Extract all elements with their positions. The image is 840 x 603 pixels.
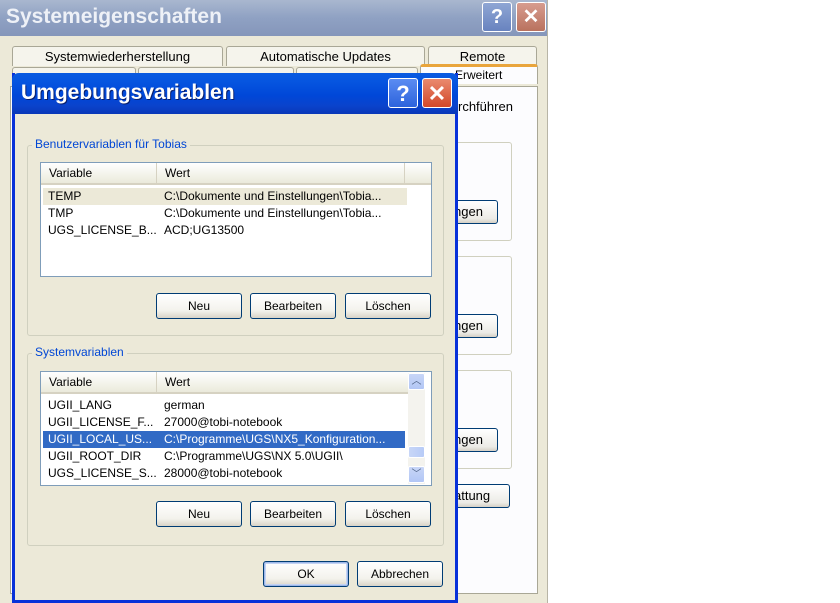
help-icon: ? xyxy=(396,81,410,106)
system-new-button[interactable]: Neu xyxy=(156,501,242,527)
user-variables-list[interactable]: Variable Wert TEMP C:\Dokumente und Eins… xyxy=(40,162,432,277)
list-item[interactable]: UGII_LICENSE_F... 27000@tobi-notebook xyxy=(43,414,405,431)
cancel-button[interactable]: Abbrechen xyxy=(357,561,443,587)
variable-name: UGII_LANG xyxy=(48,398,113,412)
system-edit-button[interactable]: Bearbeiten xyxy=(250,501,336,527)
environment-variables-title: Umgebungsvariablen xyxy=(21,81,235,104)
variable-name: UGS_LICENSE_S... xyxy=(48,466,156,480)
variable-name: UGII_ROOT_DIR xyxy=(48,449,142,463)
scroll-down-button[interactable]: ﹀ xyxy=(408,466,425,483)
column-header-variable[interactable]: Variable xyxy=(41,163,157,183)
list-item[interactable]: TEMP C:\Dokumente und Einstellungen\Tobi… xyxy=(43,188,407,205)
user-delete-button[interactable]: Löschen xyxy=(345,293,431,319)
variable-value: 28000@tobi-notebook xyxy=(164,466,283,480)
variable-value: C:\Dokumente und Einstellungen\Tobia... xyxy=(164,206,382,220)
system-properties-title: Systemeigenschaften xyxy=(6,5,222,28)
dialog-help-button[interactable]: ? xyxy=(388,78,418,108)
bg-close-button[interactable]: ✕ xyxy=(516,2,546,32)
chevron-down-icon: ﹀ xyxy=(411,469,422,480)
list-item-selected[interactable]: UGII_LOCAL_US... C:\Programme\UGS\NX5_Ko… xyxy=(43,431,405,448)
user-edit-button[interactable]: Bearbeiten xyxy=(250,293,336,319)
system-variables-label: Systemvariablen xyxy=(32,345,127,359)
dialog-close-button[interactable]: ✕ xyxy=(422,78,452,108)
column-header-value[interactable]: Wert xyxy=(157,372,408,392)
tab-remote[interactable]: Remote xyxy=(428,46,537,66)
variable-value: german xyxy=(164,398,205,412)
variable-value: 27000@tobi-notebook xyxy=(164,415,283,429)
list-item[interactable]: UGS_LICENSE_S... 28000@tobi-notebook xyxy=(43,465,405,482)
ok-button[interactable]: OK xyxy=(263,561,349,587)
user-new-button[interactable]: Neu xyxy=(156,293,242,319)
column-header-value[interactable]: Wert xyxy=(157,163,405,183)
list-item[interactable]: UGS_LICENSE_B... ACD;UG13500 xyxy=(43,222,407,239)
variable-name: TMP xyxy=(48,206,74,220)
variable-value: C:\Programme\UGS\NX5_Konfiguration... xyxy=(164,432,386,446)
list-item[interactable]: TMP C:\Dokumente und Einstellungen\Tobia… xyxy=(43,205,407,222)
close-icon: ✕ xyxy=(427,81,447,106)
system-list-header: Variable Wert xyxy=(41,372,408,394)
system-list-scrollbar[interactable]: ︿ ﹀ xyxy=(408,373,425,484)
help-icon: ? xyxy=(490,6,504,28)
user-list-header: Variable Wert xyxy=(41,163,431,185)
close-icon: ✕ xyxy=(522,6,540,28)
scroll-up-button[interactable]: ︿ xyxy=(408,373,425,390)
bg-help-button[interactable]: ? xyxy=(482,2,512,32)
variable-value: ACD;UG13500 xyxy=(164,223,245,237)
column-header-variable[interactable]: Variable xyxy=(41,372,157,392)
variable-value: C:\Dokumente und Einstellungen\Tobia... xyxy=(164,189,382,203)
user-variables-label: Benutzervariablen für Tobias xyxy=(32,137,190,151)
variable-name: UGII_LOCAL_US... xyxy=(48,432,153,446)
tab-systemwiederherstellung[interactable]: Systemwiederherstellung xyxy=(12,46,223,66)
system-delete-button[interactable]: Löschen xyxy=(345,501,431,527)
variable-value: C:\Programme\UGS\NX 5.0\UGII\ xyxy=(164,449,343,463)
variable-name: UGII_LICENSE_F... xyxy=(48,415,154,429)
scroll-thumb[interactable] xyxy=(408,446,425,458)
system-variables-list[interactable]: Variable Wert UGII_LANG german UGII_LICE… xyxy=(40,371,432,486)
tab-automatische-updates[interactable]: Automatische Updates xyxy=(226,46,425,66)
variable-name: UGS_LICENSE_B... xyxy=(48,223,156,237)
system-properties-titlebar[interactable]: Systemeigenschaften xyxy=(0,0,547,36)
chevron-up-icon: ︿ xyxy=(411,376,422,387)
admin-note-text: rchführen xyxy=(458,99,513,114)
list-item[interactable]: UGII_ROOT_DIR C:\Programme\UGS\NX 5.0\UG… xyxy=(43,448,405,465)
variable-name: TEMP xyxy=(48,189,82,203)
list-item[interactable]: UGII_LANG german xyxy=(43,397,405,414)
